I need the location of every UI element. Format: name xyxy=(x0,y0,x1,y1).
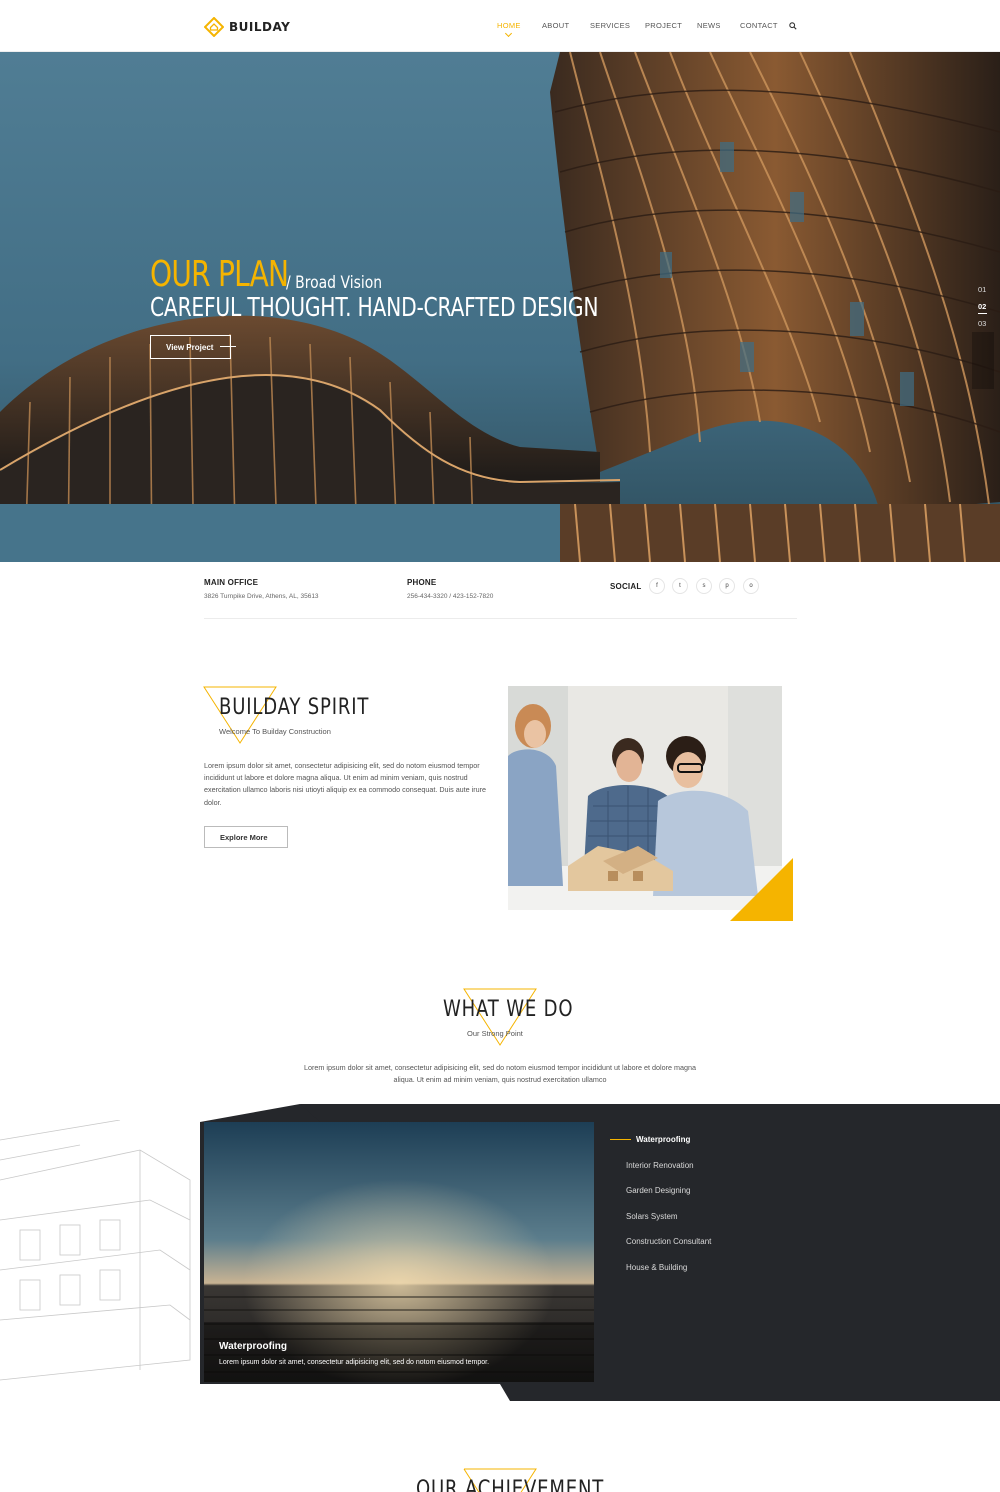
slide-3[interactable]: 03 xyxy=(978,319,986,328)
nav-services[interactable]: SERVICES xyxy=(590,21,630,30)
view-project-button[interactable]: View Project xyxy=(150,335,231,359)
pinterest-icon[interactable]: p xyxy=(719,578,735,594)
slider-pagination xyxy=(972,332,994,389)
hero-subtitle: / Broad Vision xyxy=(286,273,383,293)
skype-icon[interactable]: s xyxy=(696,578,712,594)
logo-text: BUILDAY xyxy=(229,20,291,34)
chevron-down-icon xyxy=(504,29,513,38)
site-header: BUILDAY HOME ABOUT SERVICES PROJECT NEWS… xyxy=(0,0,1000,52)
nav-news[interactable]: NEWS xyxy=(697,21,721,30)
twitter-icon[interactable]: t xyxy=(672,578,688,594)
divider xyxy=(204,618,797,619)
social-label: SOCIAL xyxy=(610,582,642,591)
service-item-house[interactable]: House & Building xyxy=(626,1263,687,1272)
nav-home[interactable]: HOME xyxy=(497,21,521,30)
services-intro: Lorem ipsum dolor sit amet, consectetur … xyxy=(304,1063,696,1085)
explore-more-label: Explore More xyxy=(220,832,268,842)
about-title: BUILDAY SPIRIT xyxy=(219,695,370,720)
about-subtitle: Welcome To Builday Construction xyxy=(219,727,331,736)
building-strip xyxy=(0,504,1000,562)
phone-label: PHONE xyxy=(407,578,437,587)
service-item-waterproofing[interactable]: Waterproofing xyxy=(636,1135,690,1144)
slide-1[interactable]: 01 xyxy=(978,285,986,294)
about-text: Lorem ipsum dolor sit amet, consectetur … xyxy=(204,761,487,807)
search-icon[interactable] xyxy=(789,22,797,30)
nav-project[interactable]: PROJECT xyxy=(645,21,682,30)
achievement-title: OUR ACHIEVEMENT xyxy=(416,1477,605,1492)
service-caption-title: Waterproofing xyxy=(219,1341,287,1352)
hero-title-group: OUR PLAN / Broad Vision xyxy=(150,254,382,295)
service-item-interior[interactable]: Interior Renovation xyxy=(626,1161,694,1170)
logo-icon xyxy=(204,17,224,37)
corner-accent xyxy=(730,858,793,921)
services-subtitle: Our Strong Point xyxy=(467,1029,523,1038)
slide-active-indicator xyxy=(978,313,987,314)
phone-value: 256-434-3320 / 423-152-7820 xyxy=(407,593,494,600)
logo[interactable]: BUILDAY xyxy=(204,17,290,37)
button-line xyxy=(220,346,236,347)
service-item-consultant[interactable]: Construction Consultant xyxy=(626,1237,711,1246)
instagram-icon[interactable]: o xyxy=(743,578,759,594)
facebook-icon[interactable]: f xyxy=(649,578,665,594)
hero-title: OUR PLAN xyxy=(150,254,289,295)
office-address: 3826 Turnpike Drive, Athens, AL, 35613 xyxy=(204,593,319,600)
explore-more-button[interactable]: Explore More xyxy=(204,826,288,848)
service-item-solars[interactable]: Solars System xyxy=(626,1212,678,1221)
hero-headline: CAREFUL THOUGHT. HAND-CRAFTED DESIGN xyxy=(150,293,599,323)
active-indicator xyxy=(610,1139,631,1140)
service-item-garden[interactable]: Garden Designing xyxy=(626,1186,690,1195)
slide-2[interactable]: 02 xyxy=(978,302,986,311)
service-caption-text: Lorem ipsum dolor sit amet, consectetur … xyxy=(219,1359,490,1366)
nav-about[interactable]: ABOUT xyxy=(542,21,569,30)
view-project-label: View Project xyxy=(166,342,214,352)
services-title: WHAT WE DO xyxy=(443,997,574,1022)
office-label: MAIN OFFICE xyxy=(204,578,259,587)
nav-contact[interactable]: CONTACT xyxy=(740,21,778,30)
